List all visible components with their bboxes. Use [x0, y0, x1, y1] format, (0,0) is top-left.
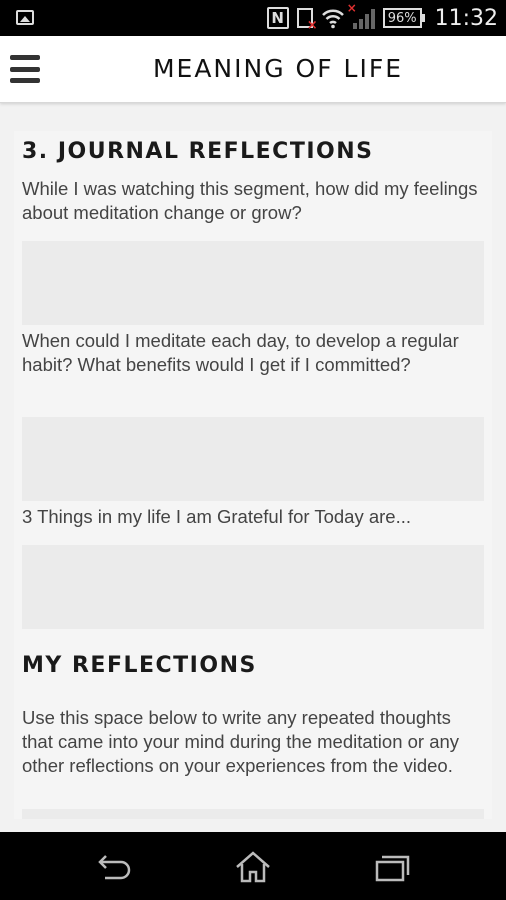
battery-indicator: 96%	[382, 8, 425, 28]
signal-strength-icon	[347, 1, 375, 29]
journal-content[interactable]: 3. JOURNAL REFLECTIONS While I was watch…	[14, 131, 492, 819]
page-title: MEANING OF LIFE	[152, 54, 404, 83]
recents-icon[interactable]	[372, 850, 412, 884]
journal-question-2: When could I meditate each day, to devel…	[22, 330, 459, 375]
journal-answer-field-3[interactable]	[22, 545, 484, 629]
status-clock: 11:32	[434, 5, 498, 31]
app-bar: MEANING OF LIFE	[0, 36, 506, 103]
image-notification-icon	[16, 10, 34, 25]
journal-question-1: While I was watching this segment, how d…	[22, 178, 478, 223]
wifi-icon	[321, 7, 345, 29]
home-icon[interactable]	[233, 850, 273, 884]
journal-answer-field-2[interactable]	[22, 417, 484, 501]
my-reflections-description: Use this space below to write any repeat…	[22, 707, 460, 776]
journal-answer-field-1[interactable]	[22, 241, 484, 325]
my-reflections-answer-field[interactable]	[22, 809, 484, 819]
system-nav-bar	[0, 832, 506, 900]
journal-reflections-heading: 3. JOURNAL REFLECTIONS	[22, 139, 374, 164]
battery-tip	[421, 14, 425, 22]
no-sim-icon	[296, 8, 318, 33]
my-reflections-heading: MY REFLECTIONS	[22, 653, 257, 678]
back-icon[interactable]	[93, 850, 133, 884]
nfc-icon: N	[266, 7, 289, 29]
battery-level: 96%	[382, 8, 422, 28]
status-bar: N 96% 11:32	[0, 0, 506, 36]
status-icons: N 96% 11:32	[266, 1, 498, 33]
journal-question-3: 3 Things in my life I am Grateful for To…	[22, 506, 412, 527]
